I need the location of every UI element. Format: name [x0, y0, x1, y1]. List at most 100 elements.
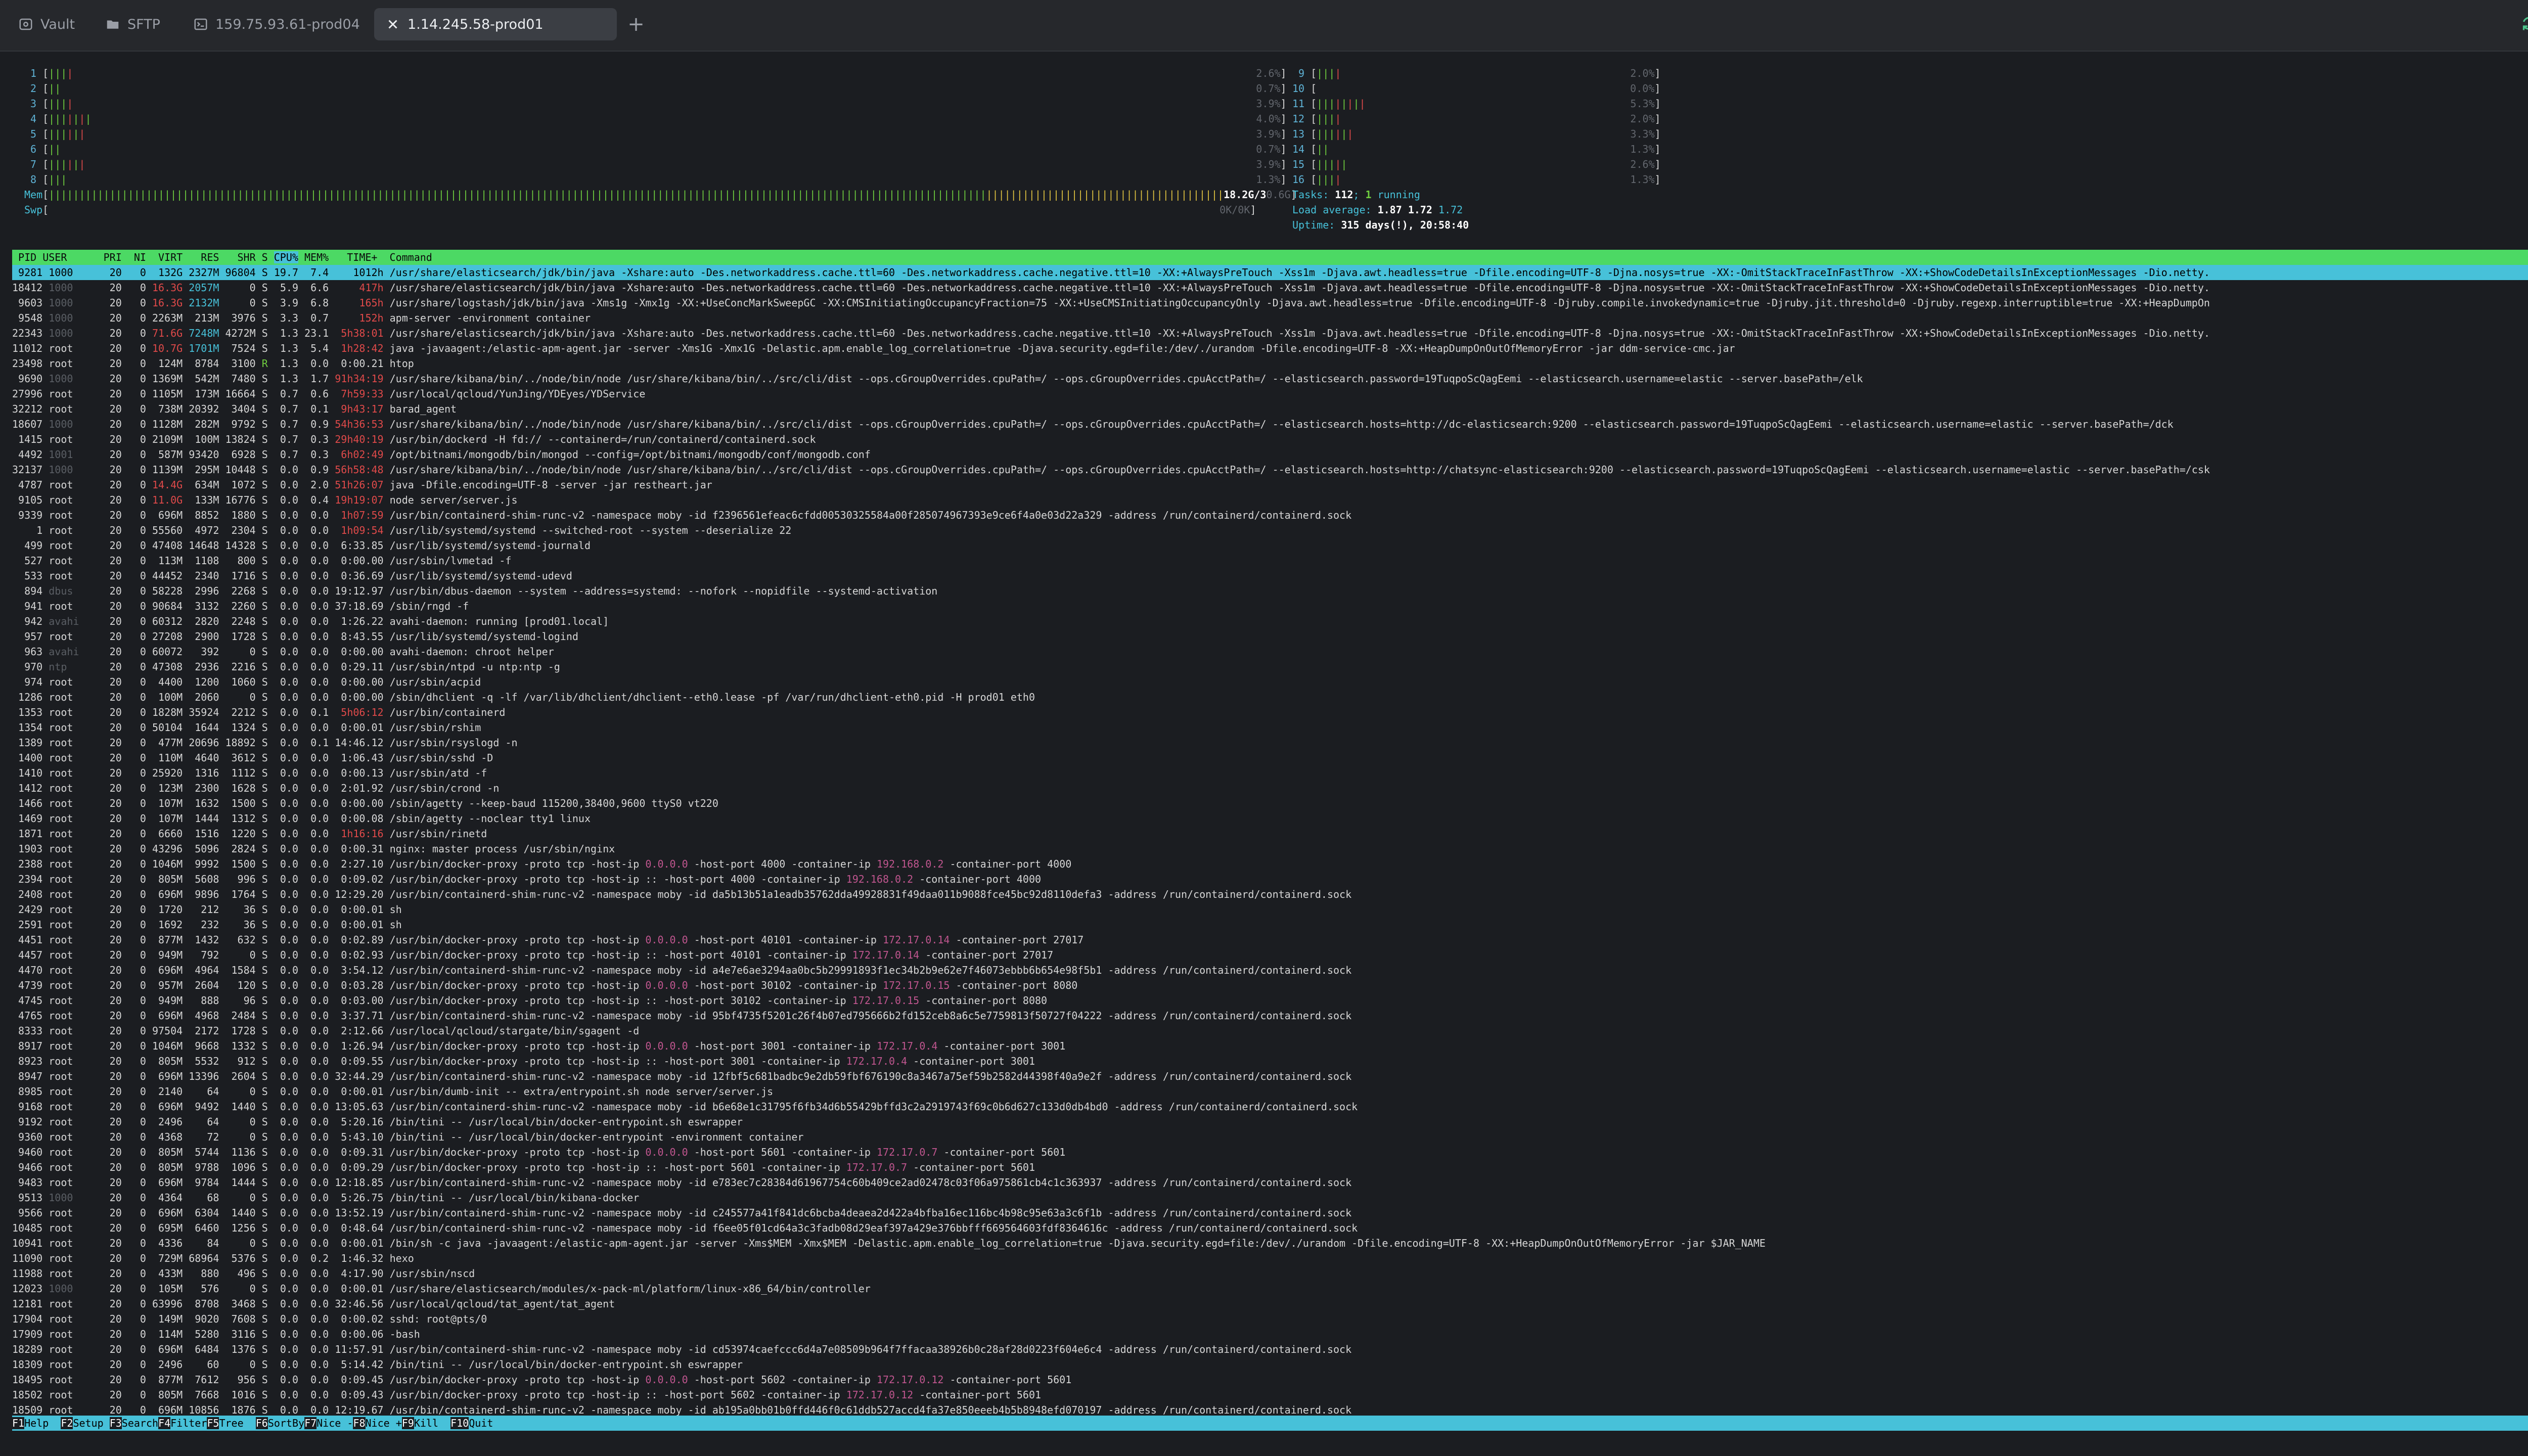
- process-row[interactable]: 18412 1000 20 0 16.3G 2057M 0 S 5.9 6.6 …: [12, 280, 2528, 295]
- fkey-f7[interactable]: F7: [304, 1417, 317, 1429]
- process-row[interactable]: 23498 root 20 0 124M 8784 3100 R 1.3 0.0…: [12, 356, 2528, 371]
- process-row[interactable]: 9466 root 20 0 805M 9788 1096 S 0.0 0.0 …: [12, 1160, 2528, 1175]
- fkey-f1[interactable]: F1: [12, 1417, 25, 1429]
- sync-icon[interactable]: [2520, 14, 2528, 32]
- process-row[interactable]: 2429 root 20 0 1720 212 36 S 0.0 0.0 0:0…: [12, 902, 2528, 917]
- process-row[interactable]: 9192 root 20 0 2496 64 0 S 0.0 0.0 5:20.…: [12, 1114, 2528, 1129]
- fkey-f5[interactable]: F5: [207, 1417, 219, 1429]
- process-row[interactable]: 17909 root 20 0 114M 5280 3116 S 0.0 0.0…: [12, 1327, 2528, 1342]
- process-row[interactable]: 4470 root 20 0 696M 4964 1584 S 0.0 0.0 …: [12, 963, 2528, 978]
- process-row[interactable]: 32212 root 20 0 738M 20392 3404 S 0.7 0.…: [12, 401, 2528, 417]
- process-row[interactable]: 9281 1000 20 0 132G 2327M 96804 S 19.7 7…: [12, 265, 2528, 280]
- process-row[interactable]: 974 root 20 0 4400 1200 1060 S 0.0 0.0 0…: [12, 674, 2528, 690]
- process-row[interactable]: 2388 root 20 0 1046M 9992 1500 S 0.0 0.0…: [12, 856, 2528, 872]
- process-row[interactable]: 9690 1000 20 0 1369M 542M 7480 S 1.3 1.7…: [12, 371, 2528, 386]
- process-row[interactable]: 4739 root 20 0 957M 2604 120 S 0.0 0.0 0…: [12, 978, 2528, 993]
- process-row[interactable]: 9460 root 20 0 805M 5744 1136 S 0.0 0.0 …: [12, 1145, 2528, 1160]
- fkey-f6[interactable]: F6: [255, 1417, 268, 1429]
- process-row[interactable]: 1903 root 20 0 43296 5096 2824 S 0.0 0.0…: [12, 841, 2528, 856]
- fkey-f8[interactable]: F8: [353, 1417, 366, 1429]
- process-row[interactable]: 533 root 20 0 44452 2340 1716 S 0.0 0.0 …: [12, 568, 2528, 583]
- sort-column-cpu[interactable]: CPU%: [274, 251, 298, 263]
- process-row[interactable]: 1 root 20 0 55560 4972 2304 S 0.0 0.0 1h…: [12, 523, 2528, 538]
- fkey-label[interactable]: Nice +: [366, 1417, 402, 1429]
- process-row[interactable]: 18289 root 20 0 696M 6484 1376 S 0.0 0.0…: [12, 1342, 2528, 1357]
- process-row[interactable]: 1410 root 20 0 25920 1316 1112 S 0.0 0.0…: [12, 765, 2528, 781]
- fkey-label[interactable]: Quit: [469, 1417, 493, 1429]
- process-row[interactable]: 8923 root 20 0 805M 5532 912 S 0.0 0.0 0…: [12, 1054, 2528, 1069]
- process-row[interactable]: 18502 root 20 0 805M 7668 1016 S 0.0 0.0…: [12, 1387, 2528, 1402]
- fkey-label[interactable]: Help: [24, 1417, 61, 1429]
- process-row[interactable]: 9548 1000 20 0 2263M 213M 3976 S 3.3 0.7…: [12, 310, 2528, 326]
- fkey-label[interactable]: Search: [122, 1417, 158, 1429]
- process-row[interactable]: 2394 root 20 0 805M 5608 996 S 0.0 0.0 0…: [12, 872, 2528, 887]
- process-row[interactable]: 9483 root 20 0 696M 9784 1444 S 0.0 0.0 …: [12, 1175, 2528, 1190]
- process-row[interactable]: 970 ntp 20 0 47308 2936 2216 S 0.0 0.0 0…: [12, 659, 2528, 674]
- process-row[interactable]: 4457 root 20 0 949M 792 0 S 0.0 0.0 0:02…: [12, 947, 2528, 963]
- process-row[interactable]: 1389 root 20 0 477M 20696 18892 S 0.0 0.…: [12, 735, 2528, 750]
- process-row[interactable]: 9168 root 20 0 696M 9492 1440 S 0.0 0.0 …: [12, 1099, 2528, 1114]
- process-row[interactable]: 527 root 20 0 113M 1108 800 S 0.0 0.0 0:…: [12, 553, 2528, 568]
- process-row[interactable]: 8333 root 20 0 97504 2172 1728 S 0.0 0.0…: [12, 1023, 2528, 1038]
- close-icon[interactable]: [385, 17, 400, 32]
- process-row[interactable]: 1466 root 20 0 107M 1632 1500 S 0.0 0.0 …: [12, 796, 2528, 811]
- process-row[interactable]: 4787 root 20 0 14.4G 634M 1072 S 0.0 2.0…: [12, 477, 2528, 492]
- process-row[interactable]: 11012 root 20 0 10.7G 1701M 7524 S 1.3 5…: [12, 341, 2528, 356]
- process-row[interactable]: 9105 root 20 0 11.0G 133M 16776 S 0.0 0.…: [12, 492, 2528, 508]
- tab-prod01[interactable]: 1.14.245.58-prod01: [374, 8, 617, 40]
- process-row[interactable]: 2408 root 20 0 696M 9896 1764 S 0.0 0.0 …: [12, 887, 2528, 902]
- process-row[interactable]: 942 avahi 20 0 60312 2820 2248 S 0.0 0.0…: [12, 614, 2528, 629]
- tab-sftp[interactable]: SFTP: [94, 8, 180, 40]
- process-row[interactable]: 1871 root 20 0 6660 1516 1220 S 0.0 0.0 …: [12, 826, 2528, 841]
- process-row[interactable]: 10941 root 20 0 4336 84 0 S 0.0 0.0 0:00…: [12, 1236, 2528, 1251]
- process-row[interactable]: 1415 root 20 0 2109M 100M 13824 S 0.7 0.…: [12, 432, 2528, 447]
- process-row[interactable]: 941 root 20 0 90684 3132 2260 S 0.0 0.0 …: [12, 599, 2528, 614]
- fkey-label[interactable]: Setup: [73, 1417, 109, 1429]
- process-row[interactable]: 8985 root 20 0 2140 64 0 S 0.0 0.0 0:00.…: [12, 1084, 2528, 1099]
- process-row[interactable]: 12181 root 20 0 63996 8708 3468 S 0.0 0.…: [12, 1296, 2528, 1311]
- process-row[interactable]: 4492 1001 20 0 587M 93420 6928 S 0.7 0.3…: [12, 447, 2528, 462]
- fkey-label[interactable]: Kill: [414, 1417, 450, 1429]
- process-row[interactable]: 27996 root 20 0 1105M 173M 16664 S 0.7 0…: [12, 386, 2528, 401]
- new-tab-button[interactable]: +: [626, 14, 646, 34]
- process-row[interactable]: 1354 root 20 0 50104 1644 1324 S 0.0 0.0…: [12, 720, 2528, 735]
- process-row[interactable]: 9513 1000 20 0 4364 68 0 S 0.0 0.0 5:26.…: [12, 1190, 2528, 1205]
- process-row[interactable]: 1353 root 20 0 1828M 35924 2212 S 0.0 0.…: [12, 705, 2528, 720]
- process-row[interactable]: 9339 root 20 0 696M 8852 1880 S 0.0 0.0 …: [12, 508, 2528, 523]
- process-row[interactable]: 4745 root 20 0 949M 888 96 S 0.0 0.0 0:0…: [12, 993, 2528, 1008]
- fkey-f9[interactable]: F9: [401, 1417, 414, 1429]
- process-row[interactable]: 12023 1000 20 0 105M 576 0 S 0.0 0.0 0:0…: [12, 1281, 2528, 1296]
- tab-vault[interactable]: Vault: [7, 8, 93, 40]
- process-row[interactable]: 4451 root 20 0 877M 1432 632 S 0.0 0.0 0…: [12, 932, 2528, 947]
- fkey-f3[interactable]: F3: [109, 1417, 122, 1429]
- terminal[interactable]: 1 [|||| 2.6%] 2 [|| 0.7%] 3 [|||| 3.9%] 4 […: [12, 62, 2528, 1437]
- process-row[interactable]: 9603 1000 20 0 16.3G 2132M 0 S 3.9 6.8 1…: [12, 295, 2528, 310]
- process-row[interactable]: 18495 root 20 0 877M 7612 956 S 0.0 0.0 …: [12, 1372, 2528, 1387]
- process-row[interactable]: 18309 root 20 0 2496 60 0 S 0.0 0.0 5:14…: [12, 1357, 2528, 1372]
- process-row[interactable]: 2591 root 20 0 1692 232 36 S 0.0 0.0 0:0…: [12, 917, 2528, 932]
- fkey-f10[interactable]: F10: [450, 1417, 469, 1429]
- process-row[interactable]: 499 root 20 0 47408 14648 14328 S 0.0 0.…: [12, 538, 2528, 553]
- fkey-label[interactable]: Tree: [219, 1417, 255, 1429]
- process-row[interactable]: 8917 root 20 0 1046M 9668 1332 S 0.0 0.0…: [12, 1038, 2528, 1054]
- process-row[interactable]: 963 avahi 20 0 60072 392 0 S 0.0 0.0 0:0…: [12, 644, 2528, 659]
- process-row[interactable]: 1400 root 20 0 110M 4640 3612 S 0.0 0.0 …: [12, 750, 2528, 765]
- fkey-f2[interactable]: F2: [61, 1417, 73, 1429]
- fkey-label[interactable]: Filter: [170, 1417, 207, 1429]
- process-row[interactable]: 894 dbus 20 0 58228 2996 2268 S 0.0 0.0 …: [12, 583, 2528, 599]
- process-row[interactable]: 8947 root 20 0 696M 13396 2604 S 0.0 0.0…: [12, 1069, 2528, 1084]
- process-row[interactable]: 9566 root 20 0 696M 6304 1440 S 0.0 0.0 …: [12, 1205, 2528, 1220]
- fkey-label[interactable]: Nice -: [317, 1417, 353, 1429]
- fkey-f4[interactable]: F4: [158, 1417, 171, 1429]
- process-row[interactable]: 11988 root 20 0 433M 880 496 S 0.0 0.0 4…: [12, 1266, 2528, 1281]
- process-row[interactable]: 1469 root 20 0 107M 1444 1312 S 0.0 0.0 …: [12, 811, 2528, 826]
- process-row[interactable]: 17904 root 20 0 149M 9020 7608 S 0.0 0.0…: [12, 1311, 2528, 1327]
- process-row[interactable]: 11090 root 20 0 729M 68964 5376 S 0.0 0.…: [12, 1251, 2528, 1266]
- process-row[interactable]: 18607 1000 20 0 1128M 282M 9792 S 0.7 0.…: [12, 417, 2528, 432]
- process-row[interactable]: 32137 1000 20 0 1139M 295M 10448 S 0.0 0…: [12, 462, 2528, 477]
- process-row[interactable]: 957 root 20 0 27208 2900 1728 S 0.0 0.0 …: [12, 629, 2528, 644]
- tab-prod04[interactable]: 159.75.93.61-prod04: [182, 8, 374, 40]
- process-row[interactable]: 4765 root 20 0 696M 4968 2484 S 0.0 0.0 …: [12, 1008, 2528, 1023]
- process-row[interactable]: 1286 root 20 0 100M 2060 0 S 0.0 0.0 0:0…: [12, 690, 2528, 705]
- process-row[interactable]: 10485 root 20 0 695M 6460 1256 S 0.0 0.0…: [12, 1220, 2528, 1236]
